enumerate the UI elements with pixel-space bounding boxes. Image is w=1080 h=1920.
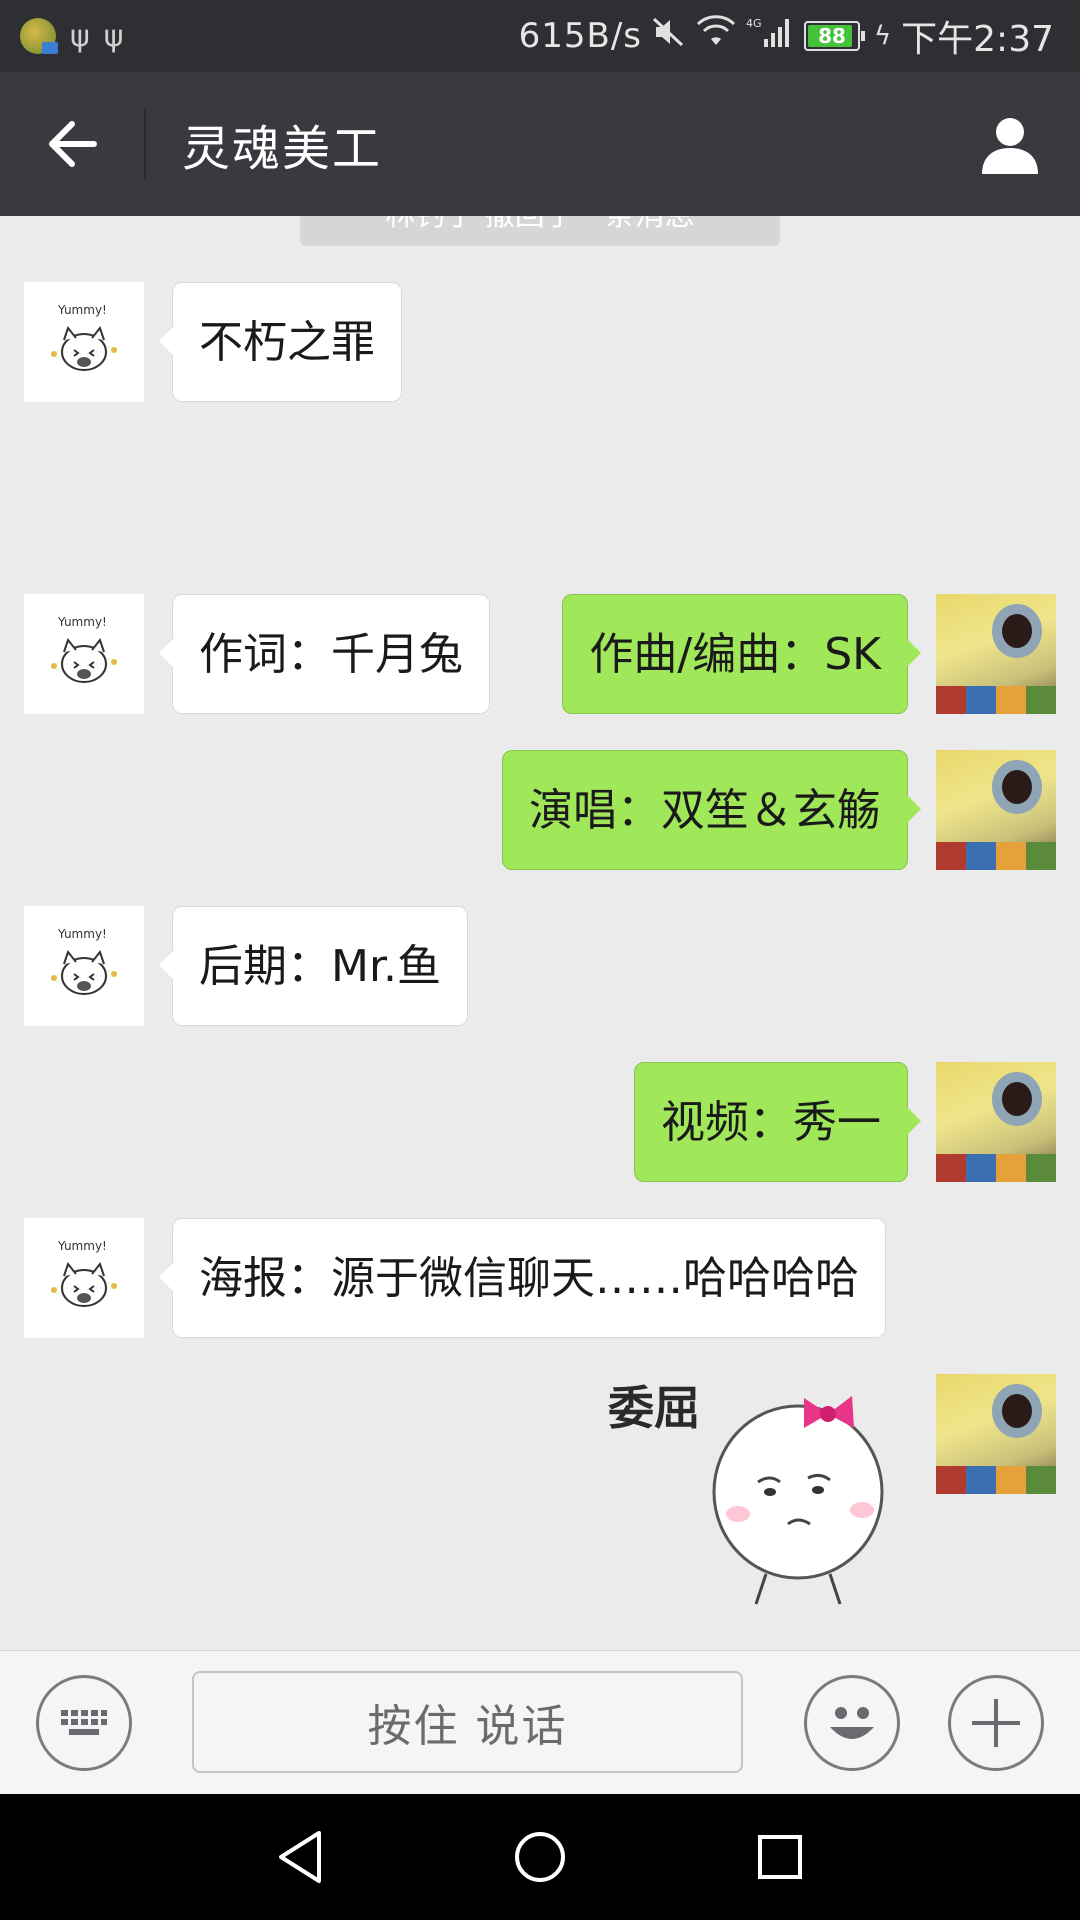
- signal-icon: 4G: [746, 15, 794, 57]
- svg-text:Yummy!: Yummy!: [57, 927, 107, 941]
- message-row-vocals: 演唱：双笙＆玄觞: [0, 750, 1080, 870]
- keyboard-icon: [61, 1710, 107, 1735]
- mute-icon: [652, 15, 686, 57]
- cat-avatar-icon: Yummy!: [51, 615, 117, 683]
- nav-recents-icon: [758, 1835, 802, 1879]
- message-row-sticker: 委屈: [0, 1374, 1080, 1614]
- message-bubble[interactable]: 作词：千月兔: [159, 594, 490, 714]
- sticker-message[interactable]: 委屈: [608, 1374, 908, 1614]
- svg-text:Yummy!: Yummy!: [57, 1239, 107, 1253]
- message-row-video: 视频：秀一: [0, 1062, 1080, 1182]
- battery-level: 88: [818, 24, 846, 48]
- emoji-button[interactable]: [804, 1675, 900, 1771]
- contact-avatar[interactable]: Yummy!: [24, 1218, 144, 1338]
- status-bar-right: 615B/s 4G 88 ϟ 下午2:37: [519, 10, 1080, 62]
- contact-avatar[interactable]: Yummy!: [24, 906, 144, 1026]
- system-nav-bar: [0, 1794, 1080, 1920]
- message-row-postprod: Yummy! 后期：Mr.鱼: [0, 906, 1080, 1026]
- nav-home-button[interactable]: [420, 1794, 660, 1920]
- messages: Yummy! 作词：千月兔 演唱：双笙＆玄觞 Yummy! 后期：Mr.鱼 视频…: [0, 216, 1080, 1650]
- message-row-lyrics: Yummy! 作词：千月兔: [0, 594, 1080, 714]
- plus-icon: [972, 1699, 1020, 1747]
- clock: 下午2:37: [901, 19, 1054, 60]
- emoji-icon: [830, 1707, 874, 1739]
- chat-info-button[interactable]: [940, 72, 1080, 216]
- sticker-image: 委屈: [608, 1381, 884, 1605]
- title-bar: 灵魂美工: [0, 72, 1080, 216]
- nav-recents-button[interactable]: [660, 1794, 900, 1920]
- hold-to-talk-button[interactable]: 按住 说话: [192, 1671, 743, 1773]
- contact-avatar[interactable]: Yummy!: [24, 594, 144, 714]
- message-bubble[interactable]: 海报：源于微信聊天……哈哈哈哈: [159, 1218, 886, 1338]
- title-divider: [144, 108, 146, 180]
- back-arrow-icon: [49, 121, 97, 167]
- message-bubble[interactable]: 演唱：双笙＆玄觞: [502, 750, 921, 870]
- usb-icon: ψ: [70, 18, 90, 54]
- notification-app-icon: [20, 18, 58, 54]
- my-avatar[interactable]: [936, 1062, 1056, 1182]
- nav-home-icon: [515, 1832, 565, 1882]
- chat-input-bar: 按住 说话: [0, 1650, 1080, 1794]
- my-avatar[interactable]: [936, 750, 1056, 870]
- chat-title: 灵魂美工: [182, 121, 383, 177]
- nav-back-icon: [279, 1831, 321, 1883]
- back-button[interactable]: [0, 72, 144, 216]
- sticker-caption: 委屈: [608, 1381, 700, 1435]
- message-row-poster: Yummy! 海报：源于微信聊天……哈哈哈哈: [0, 1218, 1080, 1338]
- status-bar: ψ ψ 615B/s 4G 88 ϟ 下午2:37: [0, 0, 1080, 72]
- svg-text:Yummy!: Yummy!: [57, 615, 107, 629]
- nav-back-button[interactable]: [180, 1794, 420, 1920]
- charging-icon: ϟ: [874, 21, 892, 51]
- my-avatar[interactable]: [936, 1374, 1056, 1494]
- wifi-icon: [696, 15, 736, 57]
- more-actions-button[interactable]: [948, 1675, 1044, 1771]
- message-bubble[interactable]: 后期：Mr.鱼: [159, 906, 468, 1026]
- cat-avatar-icon: Yummy!: [51, 1239, 117, 1307]
- network-type: 4G: [746, 17, 762, 30]
- message-bubble[interactable]: 视频：秀一: [634, 1062, 921, 1182]
- profile-icon: [982, 118, 1038, 174]
- cat-avatar-icon: Yummy!: [51, 927, 117, 995]
- battery-icon: 88: [804, 21, 865, 51]
- usb-icon: ψ: [103, 18, 124, 54]
- status-bar-left: ψ ψ: [0, 18, 124, 54]
- net-speed: 615B/s: [518, 16, 642, 56]
- keyboard-toggle-button[interactable]: [36, 1675, 132, 1771]
